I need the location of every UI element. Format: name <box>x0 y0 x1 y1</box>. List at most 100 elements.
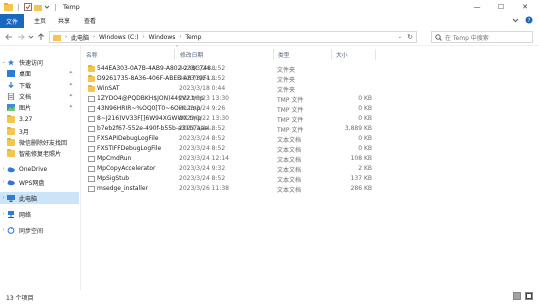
file-date: 2023/3/24 9:26 <box>179 105 226 112</box>
chevron-down-icon[interactable] <box>44 4 50 10</box>
column-separator[interactable] <box>174 49 175 60</box>
item-count: 13 个项目 <box>6 295 34 302</box>
folder-icon <box>7 148 15 157</box>
desktop-icon <box>7 69 15 77</box>
file-size: 0 KB <box>358 95 372 102</box>
chevron-right-icon[interactable]: › <box>0 211 7 217</box>
column-header-type[interactable]: 类型 <box>278 50 290 60</box>
folder-app-icon <box>4 3 13 11</box>
up-button[interactable] <box>36 32 46 42</box>
breadcrumb-drive-c[interactable]: Windows (C:) <box>99 34 139 41</box>
star-icon <box>7 58 15 65</box>
help-icon[interactable]: ? <box>525 16 533 24</box>
file-row[interactable]: msedge_installer 2023/3/26 11:38 文本文档 28… <box>82 184 372 194</box>
toolbar-separator <box>55 3 56 11</box>
tab-view[interactable]: 查看 <box>84 16 96 25</box>
sidebar-item-wps-cloud[interactable]: › WPS网盘 <box>0 176 79 188</box>
details-view-icon <box>514 293 520 299</box>
close-button[interactable]: ✕ <box>516 0 534 14</box>
svg-text:?: ? <box>528 18 531 24</box>
file-type: 文本文档 <box>277 167 302 174</box>
pane-divider[interactable] <box>80 46 81 290</box>
column-separator[interactable] <box>331 49 332 60</box>
pin-icon: ✦ <box>68 82 73 88</box>
breadcrumb-temp[interactable]: Temp <box>185 34 201 41</box>
column-header-name[interactable]: 名称 <box>86 50 98 60</box>
search-box[interactable]: 在 Temp 中搜索 <box>431 31 533 43</box>
breadcrumb-separator[interactable]: › <box>93 34 95 40</box>
file-type: TMP 文件 <box>277 97 304 104</box>
chevron-down-icon[interactable] <box>512 17 519 24</box>
new-folder-icon[interactable] <box>34 3 42 11</box>
tab-home[interactable]: 主页 <box>34 16 46 25</box>
file-row[interactable]: MpCopyAccelerator 2023/3/24 9:32 文本文档 2 … <box>82 164 372 174</box>
column-separator[interactable] <box>375 49 376 60</box>
sidebar-item-folder-3-27[interactable]: 3.27 <box>0 113 79 125</box>
large-icons-view-button[interactable] <box>525 292 533 300</box>
chevron-right-icon[interactable]: › <box>0 227 7 233</box>
tab-file[interactable]: 文件 <box>0 14 24 28</box>
breadcrumb-separator[interactable]: › <box>179 34 181 40</box>
file-row[interactable]: D9261735-8A36-406F-ABEB-AB719F1... 2023/… <box>82 74 372 84</box>
breadcrumb-separator[interactable]: › <box>143 34 145 40</box>
file-date: 2023/3/24 12:14 <box>179 155 229 162</box>
chevron-right-icon[interactable]: › <box>0 195 7 201</box>
sidebar-item-pictures[interactable]: 图片 ✦ <box>0 101 79 113</box>
file-date: 2023/3/24 8:52 <box>179 175 226 182</box>
back-button[interactable] <box>4 32 14 42</box>
tab-share[interactable]: 共享 <box>58 16 70 25</box>
file-size: 286 KB <box>350 185 372 192</box>
checklist-icon[interactable] <box>24 3 32 11</box>
minimize-button[interactable]: — <box>468 0 486 14</box>
file-type: TMP 文件 <box>277 127 304 134</box>
sidebar-item-network[interactable]: › 网络 <box>0 208 79 220</box>
file-name: MpCopyAccelerator <box>97 165 156 172</box>
sidebar-item-label: 此电脑 <box>19 195 38 203</box>
file-row[interactable]: 43N96HRIR~%OQ0[T0~6OHL.tmp 2023/3/24 9:2… <box>82 104 372 114</box>
address-bar[interactable]: › 此电脑 › Windows (C:) › Windows › Temp ⌄ … <box>49 31 417 43</box>
file-icon <box>88 96 95 102</box>
file-row[interactable]: WinSAT 2023/3/18 0:44 文件夹 <box>82 84 372 94</box>
file-date: 2023/3/26 11:38 <box>179 185 229 192</box>
file-row[interactable]: 1ZYDO4@PQDBKH$JON)44$V2.tmp 2023/3/23 13… <box>82 94 372 104</box>
file-row[interactable]: MpCmdRun 2023/3/24 12:14 文本文档 108 KB <box>82 154 372 164</box>
sidebar-item-folder-photo-repair[interactable]: 智能修复老照片 <box>0 147 79 159</box>
file-type: TMP 文件 <box>277 117 304 124</box>
toolbar-separator <box>18 3 19 11</box>
details-view-button[interactable] <box>513 292 521 300</box>
arrow-right-icon <box>18 34 25 40</box>
recent-locations-button[interactable] <box>26 32 36 42</box>
file-row[interactable]: b7eb2f67-552e-490f-b55b-a31b7aae... 2023… <box>82 124 372 134</box>
file-date: 2023/3/24 8:52 <box>179 145 226 152</box>
sidebar-item-sync-space[interactable]: › 同步空间 <box>0 224 79 236</box>
breadcrumb-windows[interactable]: Windows <box>149 34 176 41</box>
file-icon <box>88 126 95 132</box>
file-row[interactable]: 544EA303-0A7B-4AB9-A802-23BC748... 2023/… <box>82 64 372 74</box>
sidebar-item-label: 3.27 <box>19 115 33 123</box>
file-type: 文本文档 <box>277 157 302 164</box>
sidebar-item-desktop[interactable]: 桌面 ✦ <box>0 67 79 79</box>
folder-icon <box>7 137 15 146</box>
breadcrumb-this-pc[interactable]: 此电脑 <box>71 33 89 42</box>
address-history-chevron-icon[interactable]: ⌄ <box>398 34 402 40</box>
pin-icon: ✦ <box>68 70 73 76</box>
navigation-bar: › 此电脑 › Windows (C:) › Windows › Temp ⌄ … <box>0 28 539 46</box>
file-row[interactable]: MpSigStub 2023/3/24 8:52 文本文档 137 KB <box>82 174 372 184</box>
refresh-icon[interactable]: ↻ <box>407 33 413 41</box>
chevron-right-icon[interactable]: › <box>0 166 7 172</box>
file-row[interactable]: 8~J216)VV33F[]6W94XGWWX.tmp 2023/3/22 13… <box>82 114 372 124</box>
sidebar-item-onedrive[interactable]: › OneDrive <box>0 163 79 175</box>
maximize-button[interactable]: ☐ <box>492 0 510 14</box>
sidebar-item-this-pc[interactable]: › 此电脑 <box>0 192 79 204</box>
column-separator[interactable] <box>273 49 274 60</box>
file-row[interactable]: FXSAPIDebugLogFile 2023/3/24 8:52 文本文档 0… <box>82 134 372 144</box>
forward-button[interactable] <box>16 32 26 42</box>
column-header-size[interactable]: 大小 <box>336 50 348 60</box>
file-name: MpSigStub <box>97 175 130 182</box>
chevron-down-icon[interactable]: ⌄ <box>0 59 7 65</box>
chevron-right-icon[interactable]: › <box>0 179 7 185</box>
title-bar: Temp — ☐ ✕ <box>0 0 539 14</box>
sort-arrow-icon: ⌃ <box>175 45 180 51</box>
column-header-date[interactable]: 修改日期 <box>180 50 203 60</box>
file-row[interactable]: FXSTIFFDebugLogFile 2023/3/24 8:52 文本文档 … <box>82 144 372 154</box>
